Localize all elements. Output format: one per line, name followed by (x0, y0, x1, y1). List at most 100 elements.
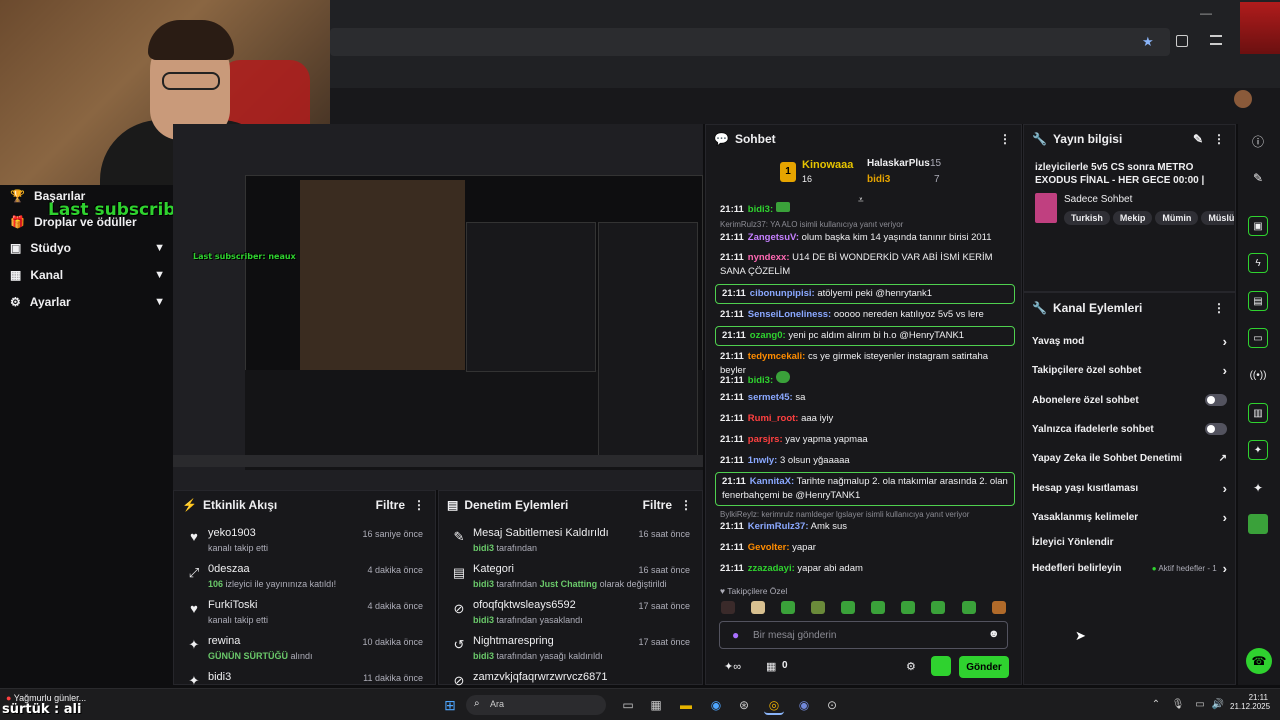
msg-user[interactable]: 1nwly: (748, 455, 778, 466)
app-icon[interactable]: ◉ (706, 695, 726, 715)
msg-user[interactable]: zzazadayi: (748, 563, 795, 574)
kebab-menu-icon[interactable]: ⋮ (413, 498, 425, 512)
kebab-menu-icon[interactable]: ⋮ (1213, 301, 1225, 315)
tag[interactable]: Mümin (1155, 211, 1199, 225)
mic-icon[interactable]: ● (732, 628, 739, 642)
filter-button[interactable]: Filtre (643, 498, 672, 512)
msg-user[interactable]: bidi3: (748, 375, 773, 386)
msg-user[interactable]: cibonunpipisi: (750, 288, 815, 299)
event-item[interactable]: ⤢ 0desza​a 106 izleyici ile yayınınıza k… (182, 561, 427, 595)
emote-icon[interactable] (871, 601, 885, 614)
chat-bubble-icon[interactable]: ▭ (1248, 328, 1268, 348)
chat-message[interactable]: 21:11 KerimRulz37: Amk sus (720, 520, 1016, 534)
emote-icon[interactable] (841, 601, 855, 614)
emote-icon[interactable] (901, 601, 915, 614)
volume-icon[interactable]: 🔊 (1208, 695, 1228, 715)
emote-icon[interactable] (781, 601, 795, 614)
broadcast-icon[interactable]: ((•)) (1248, 366, 1268, 386)
bot-icon[interactable] (931, 656, 951, 676)
kebab-menu-icon[interactable]: ⋮ (1213, 132, 1225, 146)
send-button[interactable]: Gönder (959, 656, 1009, 678)
emote-icon[interactable] (811, 601, 825, 614)
slow-mode-row[interactable]: Yavaş mod › (1032, 330, 1227, 352)
chat-message-highlighted[interactable]: 21:11 KannitaX: Tarihte nağmalup 2. ola n… (715, 472, 1015, 506)
mod-action-item[interactable]: ⊘ ofoqfqktwsleays6592 bidi3 tarafından y… (447, 597, 694, 631)
leaderboard-third-name[interactable]: bidi3 (867, 174, 890, 185)
emote-only-toggle[interactable] (1205, 423, 1227, 435)
wrench-icon[interactable]: ✦ (1248, 440, 1268, 460)
ai-moderation-row[interactable]: Yapay Zeka ile Sohbet Denetimi ↗ (1032, 447, 1227, 469)
kebab-menu-icon[interactable]: ⋮ (680, 498, 692, 512)
msg-user[interactable]: tedymcekali: (748, 351, 806, 362)
chat-message[interactable]: 21:11 nyndexx: U14 DE Bİ WONDERKİD VAR AB… (720, 251, 1016, 279)
emote-only-row[interactable]: Yalnızca ifadelerle sohbet (1032, 418, 1227, 440)
chevron-up-icon[interactable]: ⌃ (1146, 695, 1166, 715)
emote-icon[interactable] (992, 601, 1006, 614)
chat-input[interactable]: ● Bir mesaj gönderin ☻ (719, 621, 1008, 649)
tag[interactable]: Müslüm (1201, 211, 1234, 225)
extensions-icon[interactable] (1176, 35, 1188, 47)
mod-action-item[interactable]: ↺ Nightmarespring bidi3 tarafından yasağ… (447, 633, 694, 667)
calculator-icon[interactable]: ▦ (646, 695, 666, 715)
msg-user[interactable]: parsjrs: (748, 434, 783, 445)
document-icon[interactable]: ▤ (1248, 291, 1268, 311)
emote-icon[interactable] (931, 601, 945, 614)
mod-action-item[interactable]: ⊘ zamzvkjqfaqrwrzwrvcz6871 (447, 669, 694, 688)
msg-user[interactable]: SenseiLoneliness: (748, 309, 831, 320)
leaderboard-second-name[interactable]: HalaskarPlus (867, 158, 930, 169)
msg-user[interactable]: Gevolter: (748, 542, 790, 553)
nav-item-settings[interactable]: ⚙ Ayarlar ▼ (10, 291, 165, 313)
emoji-icon[interactable]: ☻ (988, 628, 1000, 640)
bookmark-star-icon[interactable]: ★ (1142, 34, 1154, 50)
msg-user[interactable]: KannitaX: (750, 476, 794, 487)
raid-row[interactable]: İzleyici Yönlendir (1032, 531, 1227, 553)
msg-user[interactable]: sermet45: (748, 392, 793, 403)
bot-icon[interactable] (1248, 514, 1268, 534)
account-age-row[interactable]: Hesap yaşı kısıtlaması › (1032, 477, 1227, 499)
chat-message[interactable]: 21:11 zzazadayi: yapar abi adam (720, 562, 1016, 576)
subscribers-only-row[interactable]: Abonelere özel sohbet (1032, 389, 1227, 411)
msg-user[interactable]: ozang0: (750, 330, 786, 341)
taskbar-clock[interactable]: 21:11 21.12.2025 (1230, 693, 1270, 711)
points-icon[interactable]: ✦ (1248, 478, 1268, 498)
steam-icon[interactable]: ⊛ (734, 695, 754, 715)
gift-icon[interactable]: ▦ (766, 660, 776, 673)
chat-message[interactable]: 21:11 bidi3: (720, 202, 1016, 217)
mod-action-item[interactable]: ▤ Kategori bidi3 tarafından Just Chattin… (447, 561, 694, 595)
screenshot-icon[interactable]: ▣ (1248, 216, 1268, 236)
msg-user[interactable]: ZangetsuV: (748, 232, 799, 243)
followers-only-row[interactable]: Takipçilere özel sohbet › (1032, 359, 1227, 381)
pencil-icon[interactable]: ✎ (1248, 168, 1268, 188)
chat-message[interactable]: 21:11 parsjrs: yav yapma yapmaa (720, 433, 1016, 447)
edit-icon[interactable]: ✎ (1193, 132, 1203, 146)
msg-user[interactable]: KerimRulz37: (748, 521, 809, 532)
mic-icon[interactable]: 🎙 (1168, 695, 1188, 715)
emote-icon[interactable] (962, 601, 976, 614)
chat-message[interactable]: 21:11 ZangetsuV: olum başka kim 14 yaşınd… (720, 231, 1016, 245)
menu-icon[interactable] (1210, 35, 1222, 45)
support-icon[interactable]: ☎ (1246, 648, 1272, 674)
chat-message-highlighted[interactable]: 21:11 cibonunpipisi: atölyemi peki @henry… (715, 284, 1015, 304)
chat-message[interactable]: 21:11 sermet45: sa (720, 391, 1016, 405)
chat-message[interactable]: 21:11 1nwly: 3 olsun yğaaaaa (720, 454, 1016, 468)
chat-message-highlighted[interactable]: 21:11 ozang0: yeni pc aldım alırım bi h.o… (715, 326, 1015, 346)
goals-row[interactable]: Hedefleri belirleyin ● Aktif hedefler - 1… (1032, 557, 1227, 579)
windows-start-icon[interactable]: ⊞ (440, 695, 460, 715)
points-icon[interactable]: ✦∞ (724, 660, 741, 673)
chrome-icon[interactable]: ◎ (764, 695, 784, 715)
msg-user[interactable]: Rumi_root: (748, 413, 799, 424)
stream-category[interactable]: Sadece Sohbet (1064, 194, 1132, 205)
chat-message[interactable]: 21:11 bidi3: (720, 371, 1016, 388)
event-item[interactable]: ♥ yeko1903 kanalı takip etti 16 saniye ö… (182, 525, 427, 559)
nav-item-studio[interactable]: ▣ Stüdyo ▼ (10, 237, 165, 259)
subscribers-only-toggle[interactable] (1205, 394, 1227, 406)
file-explorer-icon[interactable]: ▬ (676, 695, 696, 715)
tag[interactable]: Turkish (1064, 211, 1110, 225)
minimize-icon[interactable]: — (1200, 6, 1212, 20)
discord-icon[interactable]: ◉ (794, 695, 814, 715)
category-thumbnail[interactable] (1035, 193, 1057, 223)
network-icon[interactable]: ▭ (1190, 695, 1210, 715)
obs-icon[interactable]: ⊙ (822, 695, 842, 715)
banned-words-row[interactable]: Yasaklanmış kelimeler › (1032, 506, 1227, 528)
filter-button[interactable]: Filtre (376, 498, 405, 512)
